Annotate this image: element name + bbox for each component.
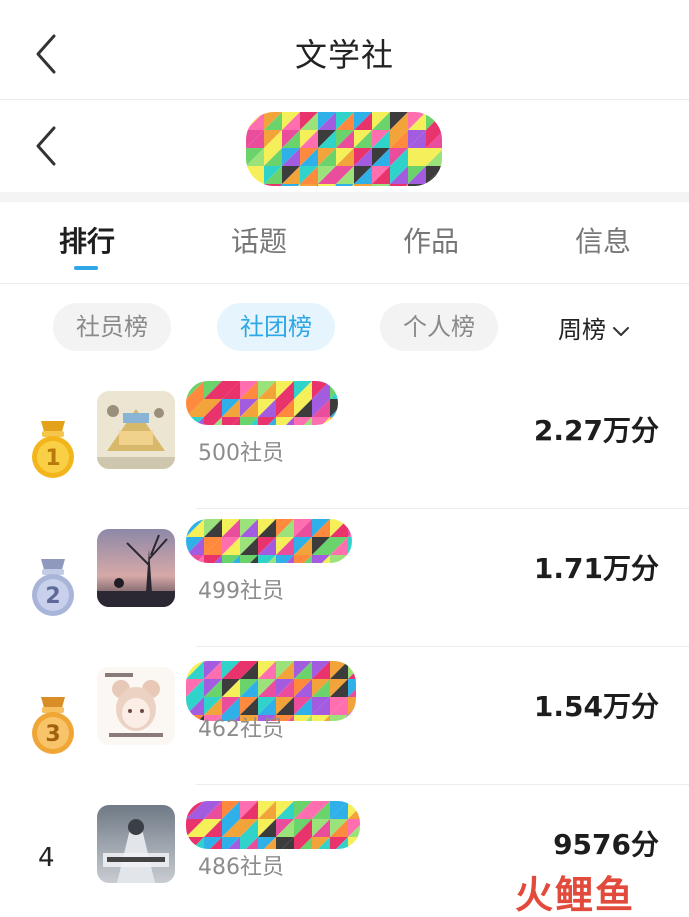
rank-number: 4 [38, 843, 55, 873]
club-score: 9576分 [553, 828, 659, 861]
silver-medal-icon: 2 [32, 559, 74, 616]
club-avatar[interactable] [97, 805, 175, 883]
leaderboard-filters: 社员榜 社团榜 个人榜 周榜 [0, 300, 689, 354]
ranking-row[interactable]: 1 500社员 2.27万分 [0, 371, 689, 509]
tab-info[interactable]: 信息 [533, 220, 673, 260]
club-name-mosaic [186, 801, 360, 849]
app-header: 文学社 [0, 0, 689, 100]
club-back-button[interactable] [30, 124, 64, 168]
club-avatar[interactable] [97, 667, 175, 745]
chevron-down-icon [613, 327, 629, 336]
watermark-logo: 火鲤鱼 [515, 873, 636, 917]
bronze-medal-icon: 3 [32, 697, 74, 754]
gold-medal-icon: 1 [32, 421, 74, 478]
club-name-mosaic [186, 519, 352, 563]
period-label: 周榜 [558, 316, 606, 344]
ranking-row[interactable]: 3 462社员 1.54万分 [0, 647, 689, 785]
tab-topics[interactable]: 话题 [189, 220, 329, 260]
active-tab-indicator [74, 266, 98, 270]
tab-ranking[interactable]: 排行 [17, 220, 157, 260]
period-dropdown[interactable]: 周榜 [558, 310, 630, 345]
club-name-mosaic [246, 112, 442, 186]
medal-rank: 3 [45, 722, 60, 747]
ranking-row[interactable]: 2 499社员 1.71万分 [0, 509, 689, 647]
filter-club-board[interactable]: 社团榜 [217, 303, 335, 351]
club-score: 1.54万分 [533, 690, 659, 723]
section-divider [0, 192, 689, 202]
page-title: 文学社 [294, 36, 394, 74]
member-count: 499社员 [198, 579, 284, 604]
member-count: 500社员 [198, 441, 284, 466]
club-header [0, 100, 689, 192]
member-count: 486社员 [198, 855, 284, 880]
medal-rank: 2 [45, 584, 60, 609]
club-score: 2.27万分 [533, 414, 659, 447]
club-avatar[interactable] [97, 529, 175, 607]
filter-personal-board[interactable]: 个人榜 [380, 303, 498, 351]
filter-member-board[interactable]: 社员榜 [53, 303, 171, 351]
club-name-mosaic [186, 381, 338, 425]
tab-bar: 排行 话题 作品 信息 [0, 202, 689, 284]
tab-works[interactable]: 作品 [361, 220, 501, 260]
medal-rank: 1 [45, 446, 60, 471]
member-count: 462社员 [198, 717, 284, 742]
chevron-left-icon [36, 126, 56, 166]
club-score: 1.71万分 [533, 552, 659, 585]
club-avatar[interactable] [97, 391, 175, 469]
